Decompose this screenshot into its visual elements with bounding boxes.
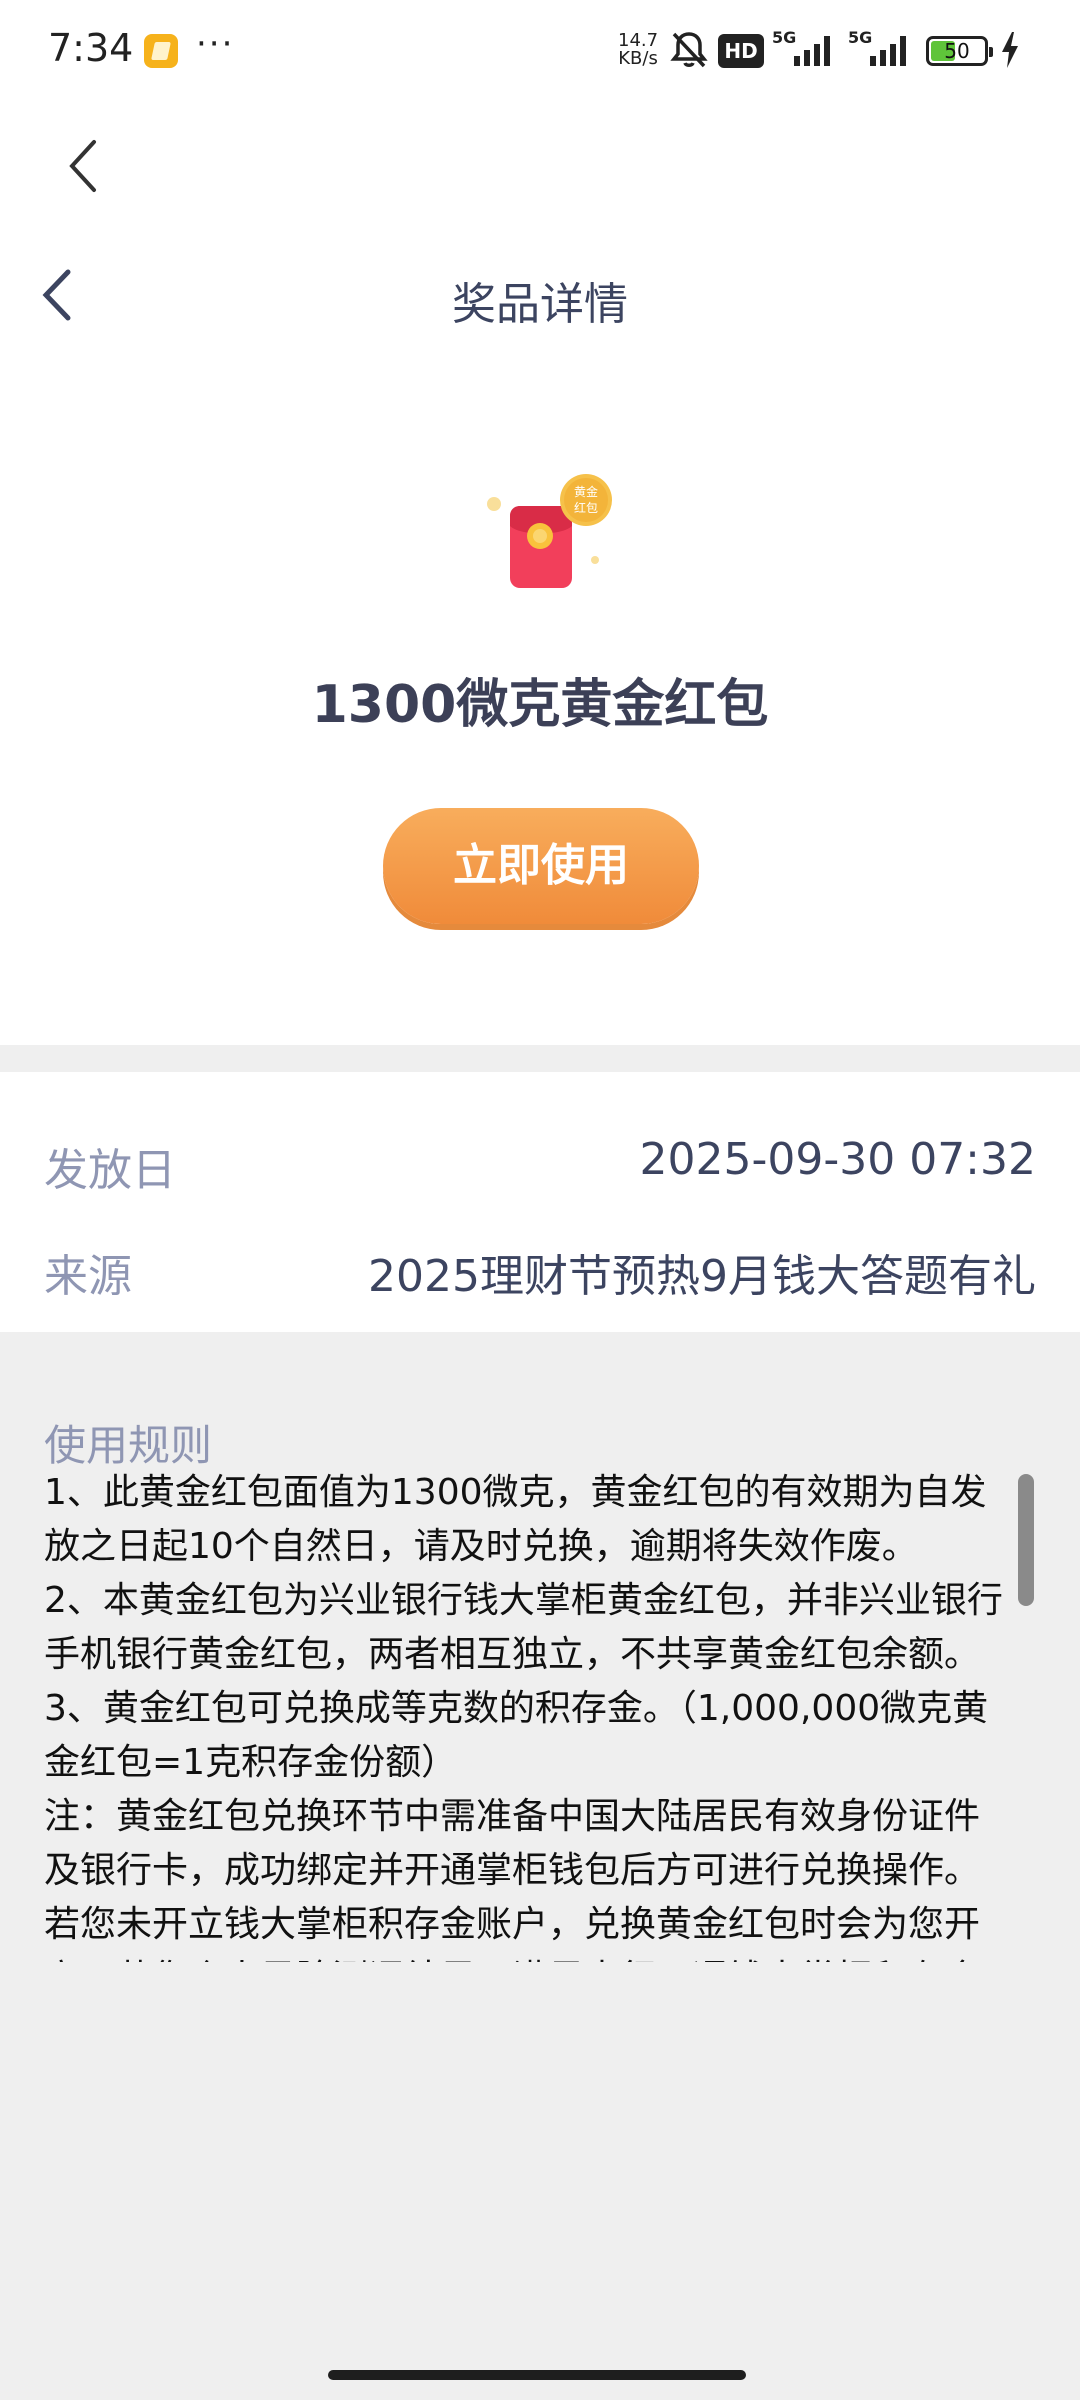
use-now-button[interactable]: 立即使用 xyxy=(383,808,699,924)
issue-date-value: 2025-09-30 07:32 xyxy=(639,1134,1037,1185)
rules-text: 1、此黄金红包面值为1300微克，黄金红包的有效期为自发放之日起10个自然日，请… xyxy=(44,1466,1014,1962)
prize-info-card: 发放日 2025-09-30 07:32 来源 2025理财节预热9月钱大答题有… xyxy=(0,1072,1080,1332)
prize-card: 黄金 红包 1300微克黄金红包 立即使用 xyxy=(0,350,1080,1045)
rules-paragraph: 2、本黄金红包为兴业银行钱大掌柜黄金红包，并非兴业银行手机银行黄金红包，两者相互… xyxy=(44,1580,1003,1675)
battery-level: 50 xyxy=(944,39,970,63)
source-row: 来源 2025理财节预热9月钱大答题有礼 xyxy=(0,1218,1080,1318)
rules-scroll-area[interactable]: 1、此黄金红包面值为1300微克，黄金红包的有效期为自发放之日起10个自然日，请… xyxy=(44,1466,1014,1962)
chevron-left-icon[interactable] xyxy=(58,136,108,196)
hd-voice-icon: HD xyxy=(718,34,764,68)
page-title: 奖品详情 xyxy=(452,279,628,330)
source-label: 来源 xyxy=(44,1251,132,1302)
prize-name: 1300微克黄金红包 xyxy=(311,675,769,735)
status-bar: 7:34 ··· 14.7 KB/s HD 5G 5G 50 xyxy=(0,0,1080,100)
notes-app-icon xyxy=(144,34,178,68)
rules-title: 使用规则 xyxy=(44,1421,213,1470)
page-header: 奖品详情 xyxy=(0,240,1080,350)
network-speed: 14.7 KB/s xyxy=(618,32,658,68)
issue-date-label: 发放日 xyxy=(44,1145,176,1196)
badge-text-line1: 黄金 xyxy=(574,484,598,499)
more-notifications-icon: ··· xyxy=(196,24,235,64)
rules-paragraph: 3、黄金红包可兑换成等克数的积存金。（1,000,000微克黄金红包=1克积存金… xyxy=(44,1688,989,1783)
issue-date-row: 发放日 2025-09-30 07:32 xyxy=(0,1112,1080,1212)
rules-paragraph: 1、此黄金红包面值为1300微克，黄金红包的有效期为自发放之日起10个自然日，请… xyxy=(44,1472,987,1567)
gold-red-envelope-icon: 黄金 红包 xyxy=(487,474,612,588)
charging-bolt-icon xyxy=(1002,32,1018,68)
outer-header xyxy=(0,100,1080,240)
source-value: 2025理财节预热9月钱大答题有礼 xyxy=(368,1251,1036,1302)
bell-muted-icon xyxy=(670,32,708,68)
rules-scrollbar[interactable] xyxy=(1018,1474,1034,1606)
status-time: 7:34 xyxy=(48,26,134,70)
rules-paragraph: 注：黄金红包兑换环节中需准备中国大陆居民有效身份证件及银行卡，成功绑定并开通掌柜… xyxy=(44,1796,981,1962)
home-indicator[interactable] xyxy=(328,2370,746,2380)
usage-rules-section: 使用规则 1、此黄金红包面值为1300微克，黄金红包的有效期为自发放之日起10个… xyxy=(0,1332,1080,2400)
badge-text-line2: 红包 xyxy=(574,500,598,515)
battery-icon: 50 xyxy=(926,36,993,66)
network-speed-unit: KB/s xyxy=(618,48,658,69)
